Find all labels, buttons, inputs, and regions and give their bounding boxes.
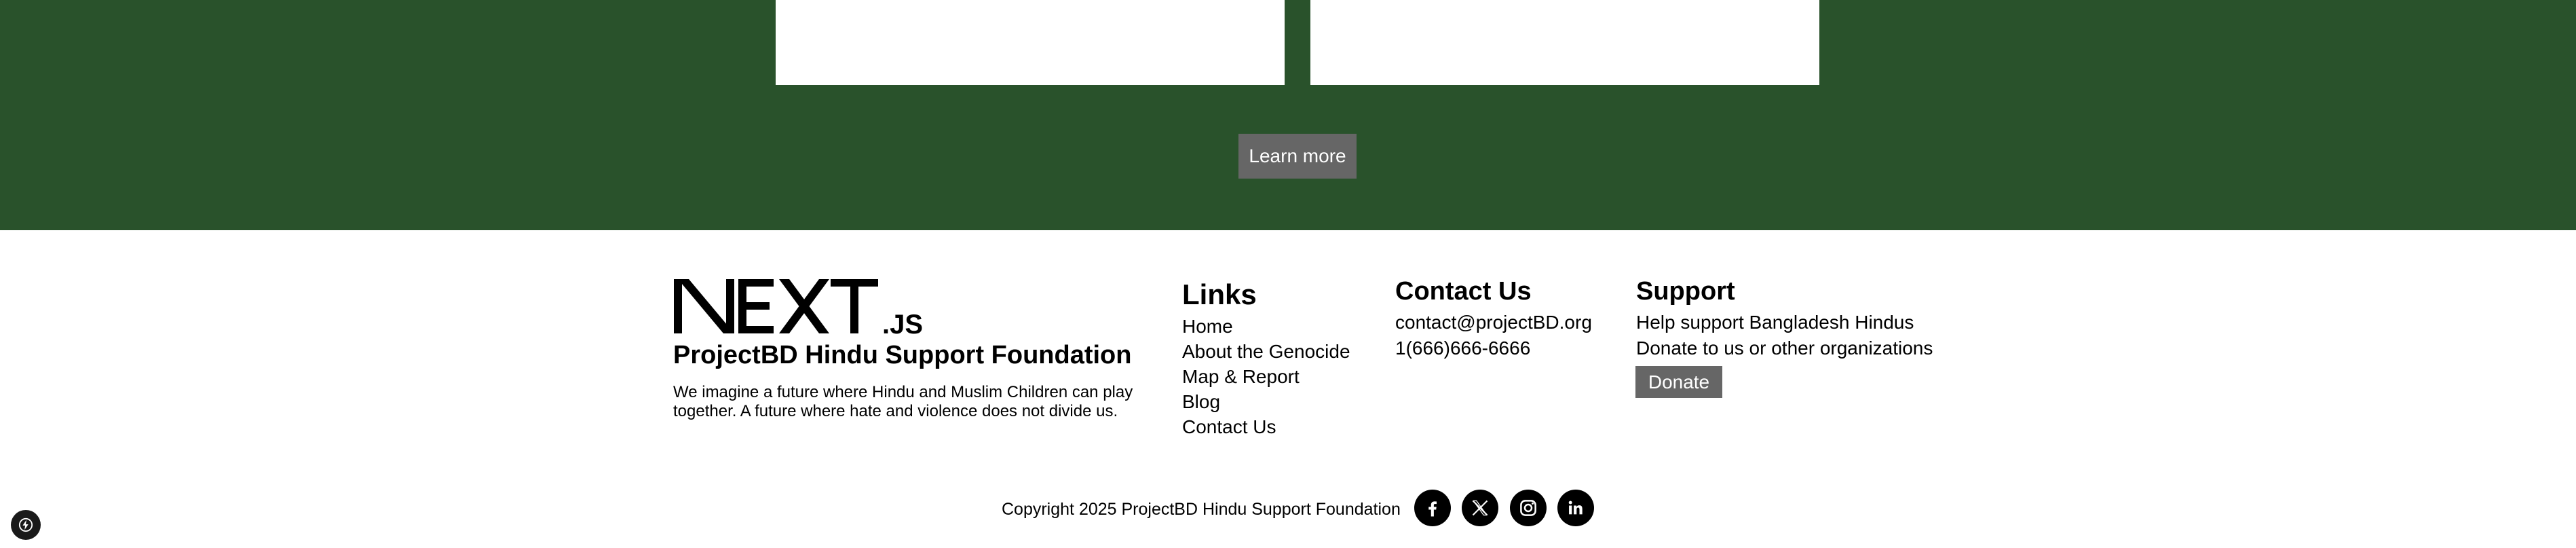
donate-button[interactable]: Donate: [1635, 366, 1722, 398]
nextjs-logo: .JS: [674, 279, 923, 335]
instagram-icon[interactable]: [1510, 490, 1547, 526]
footer-link-about-genocide[interactable]: About the Genocide: [1182, 339, 1350, 364]
nextjs-dev-indicator-icon[interactable]: [11, 510, 41, 540]
facebook-icon[interactable]: [1414, 490, 1451, 526]
links-title: Links: [1182, 278, 1257, 310]
support-title: Support: [1636, 277, 1735, 306]
footer-link-map-report[interactable]: Map & Report: [1182, 364, 1350, 389]
support-line-2: Donate to us or other organizations: [1636, 337, 1933, 359]
footer-link-home[interactable]: Home: [1182, 314, 1350, 339]
hero-section: Learn more: [0, 0, 2576, 230]
linkedin-icon[interactable]: [1557, 490, 1594, 526]
contact-title: Contact Us: [1395, 277, 1532, 306]
svg-text:.JS: .JS: [882, 310, 923, 335]
footer-link-contact[interactable]: Contact Us: [1182, 414, 1350, 439]
content-card: [776, 0, 1285, 85]
x-twitter-icon[interactable]: [1462, 490, 1498, 526]
org-description: We imagine a future where Hindu and Musl…: [673, 383, 1133, 420]
footer-links: Home About the Genocide Map & Report Blo…: [1182, 314, 1350, 439]
footer-link-blog[interactable]: Blog: [1182, 389, 1350, 414]
content-card: [1310, 0, 1819, 85]
support-line-1: Help support Bangladesh Hindus: [1636, 312, 1914, 333]
org-name: ProjectBD Hindu Support Foundation: [673, 341, 1132, 369]
contact-phone[interactable]: 1(666)666-6666: [1395, 337, 1530, 359]
contact-email[interactable]: contact@projectBD.org: [1395, 312, 1592, 333]
learn-more-button[interactable]: Learn more: [1238, 134, 1357, 179]
copyright: Copyright 2025 ProjectBD Hindu Support F…: [1002, 500, 1401, 519]
